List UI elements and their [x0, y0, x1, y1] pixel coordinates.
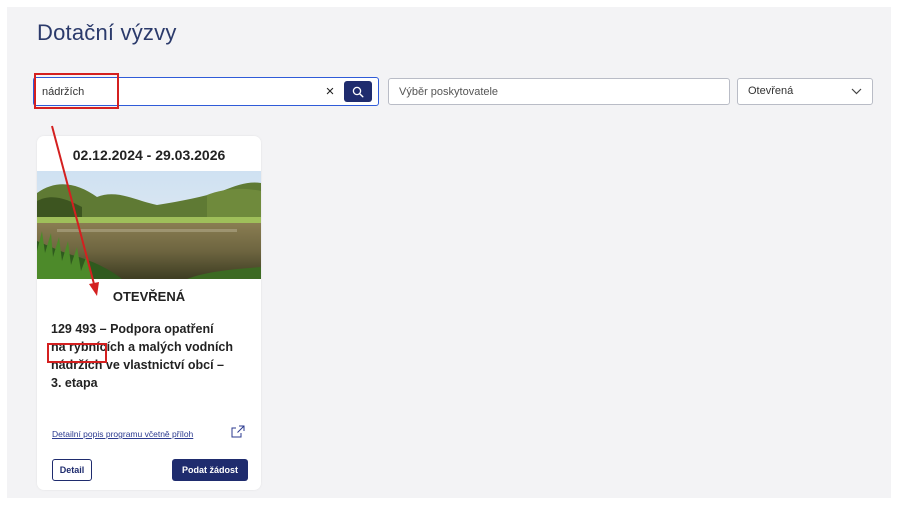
search-box[interactable]: ×: [33, 77, 379, 106]
status-select-value: Otevřená: [748, 85, 794, 97]
card-title-line: 129 493 – Podpora opatření: [51, 322, 214, 336]
search-icon: [352, 86, 364, 98]
detail-button[interactable]: Detail: [52, 459, 92, 481]
card-dates: 02.12.2024 - 29.03.2026: [72, 147, 226, 163]
page-title: Dotační výzvy: [37, 20, 177, 45]
card-status: OTEVŘENÁ: [112, 289, 186, 304]
card-title-line: nádržích ve vlastnictví obcí –: [51, 358, 224, 372]
chevron-down-icon: [851, 88, 862, 95]
submit-application-button[interactable]: Podat žádost: [172, 459, 248, 481]
provider-select[interactable]: [388, 78, 730, 105]
status-select[interactable]: Otevřená: [737, 78, 873, 105]
card-title-line: 3. etapa: [51, 376, 98, 390]
clear-search-button[interactable]: ×: [322, 83, 338, 100]
search-button[interactable]: [344, 81, 372, 102]
card-title: 129 493 – Podpora opatření na rybnících …: [51, 320, 251, 392]
detail-description-link[interactable]: Detailní popis programu včetně příloh: [52, 429, 193, 439]
pond-photo: [37, 171, 261, 279]
provider-input[interactable]: [399, 84, 719, 100]
card-title-line: na rybnících a malých vodních: [51, 340, 234, 354]
external-link-icon[interactable]: [231, 425, 245, 438]
search-input[interactable]: [42, 84, 312, 100]
